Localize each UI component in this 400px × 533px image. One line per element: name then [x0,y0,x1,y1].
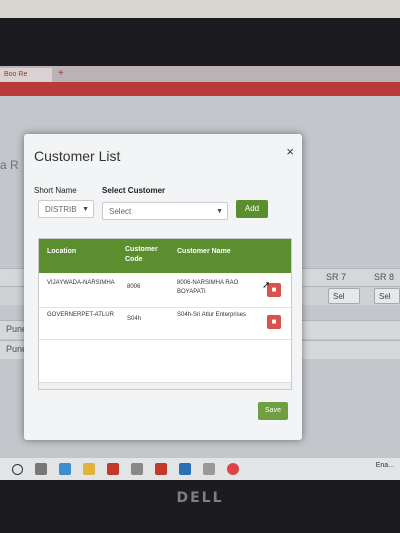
close-icon[interactable]: × [286,144,294,159]
browser-tab[interactable]: Boo Re [0,68,52,82]
trash-icon: ■ [271,285,277,294]
select-customer-placeholder: Select [109,207,132,216]
cell-location: VIJAYWADA-NARSIMHA [47,280,115,286]
add-button[interactable]: Add [236,200,268,218]
column-header-customer-code: Customer Code [125,246,158,263]
cell-customer-name: S04h-Sri Atlur Enterprises [177,312,247,318]
chevron-down-icon: ▼ [216,208,223,215]
new-tab-button[interactable]: + [58,68,64,79]
browser-address-bar[interactable] [0,82,400,96]
short-name-select[interactable]: DISTRIB ▼ [38,200,94,218]
tray-text: Ena... [375,462,394,469]
header-cell: SR 7 [326,272,347,282]
cell-customer-code: 8006 [127,284,141,290]
horizontal-scrollbar[interactable] [39,382,291,389]
browser-tab-bar: Boo Re + [0,66,400,82]
edge-icon[interactable] [59,463,71,475]
table-row: GOVERNERPET-ATLUR S04h S04h-Sri Atlur En… [39,307,291,340]
delete-row-button[interactable]: ■ [267,315,281,329]
search-icon[interactable] [12,463,23,475]
short-name-value: DISTRIB [45,205,77,214]
cell-customer-name: 8006-NARSIMHA RAO BOYAPATI [177,280,239,295]
app-icon[interactable] [179,463,191,475]
app-icon[interactable] [203,463,215,475]
windows-taskbar: Ena... [0,458,400,480]
chrome-icon[interactable] [227,463,239,475]
app-icon[interactable] [131,463,143,475]
customer-table: Location Customer Code Customer Name VIJ… [38,238,292,390]
save-button[interactable]: Save [258,402,288,420]
modal-title: Customer List [34,148,121,164]
select-customer-label: Select Customer [102,186,166,195]
mouse-cursor-icon: ➚ [262,280,271,291]
background-select[interactable]: Sel [328,288,360,304]
chevron-down-icon: ▼ [82,206,89,213]
column-header-location: Location [47,248,77,255]
column-header-customer-name: Customer Name [177,248,231,255]
app-icon[interactable] [155,463,167,475]
task-view-icon[interactable] [35,463,47,475]
trash-icon: ■ [271,317,277,326]
cell-customer-code: S04h [127,316,142,322]
short-name-label: Short Name [34,186,77,195]
app-icon[interactable] [107,463,119,475]
cell-location: GOVERNERPET-ATLUR [47,312,114,318]
customer-list-modal: Customer List × Short Name DISTRIB ▼ Sel… [24,134,302,440]
select-customer-dropdown[interactable]: Select ▼ [102,202,228,220]
table-row: VIJAYWADA-NARSIMHA 8006 8006-NARSIMHA RA… [39,275,291,308]
dell-logo: DELL [176,490,224,506]
page-title: a R [0,158,19,172]
table-header: Location Customer Code Customer Name [39,239,291,273]
background-select[interactable]: Sel [374,288,400,304]
header-cell: SR 8 [374,272,395,282]
folder-icon[interactable] [83,463,95,475]
